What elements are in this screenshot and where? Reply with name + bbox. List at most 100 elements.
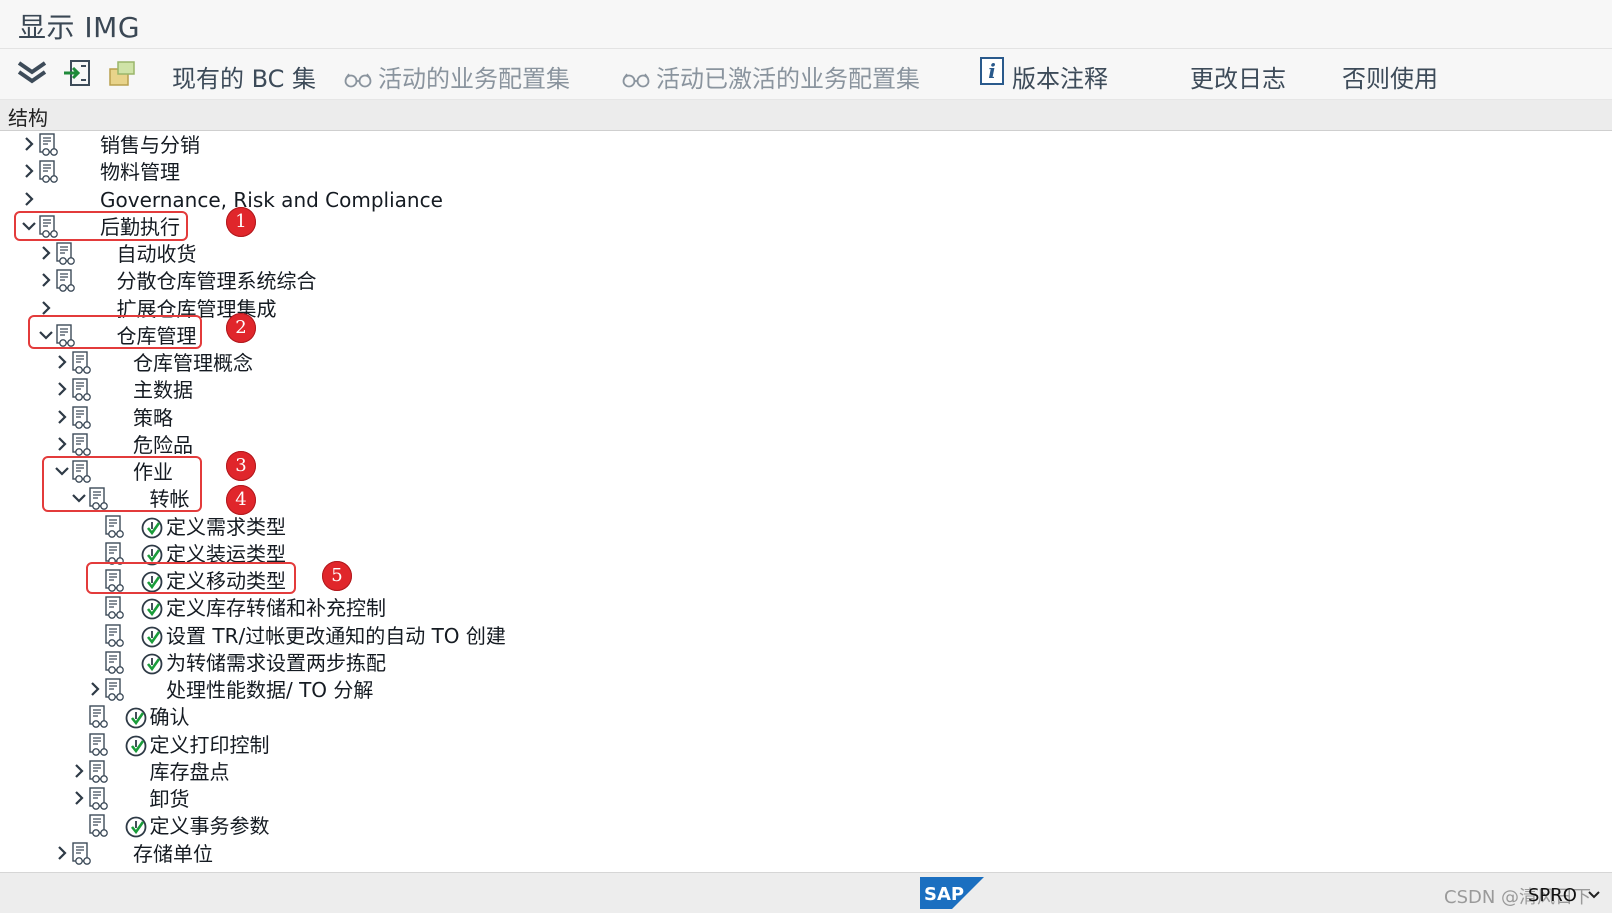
tree-node[interactable]: 后勤执行 [0,214,1500,241]
release-notes-button[interactable]: 版本注释 [1012,59,1108,94]
chevron-right-icon[interactable] [55,435,69,453]
active-biz-config-sets-label: 活动的业务配置集 [378,65,570,93]
info-icon[interactable]: i [980,57,1004,85]
tree-node-label[interactable]: 主数据 [133,377,193,404]
documentation-icon[interactable] [55,242,77,266]
where-used-icon[interactable] [106,57,138,89]
tree-node-label[interactable]: 分散仓库管理系统综合 [117,268,317,295]
execute-activity-icon[interactable] [140,652,164,676]
tree-node[interactable]: 作业 [0,459,1500,486]
svg-text:SAP: SAP [924,884,964,905]
documentation-icon[interactable] [88,814,110,838]
change-log-button[interactable]: 更改日志 [1190,59,1286,94]
tree-node[interactable]: 物料管理 [0,159,1500,186]
documentation-icon[interactable] [71,841,93,866]
documentation-icon[interactable] [88,732,110,757]
documentation-icon[interactable] [88,760,110,784]
documentation-icon[interactable] [71,433,93,457]
documentation-icon[interactable] [38,160,60,184]
documentation-icon[interactable] [88,705,110,729]
tree-node[interactable]: 确认 [0,704,1500,731]
chevron-down-icon[interactable] [1588,891,1600,899]
execute-activity-icon[interactable] [124,734,148,758]
chevron-right-icon[interactable] [22,190,36,208]
documentation-icon[interactable] [71,351,93,375]
tree-node[interactable]: 销售与分销 [0,132,1500,159]
tree-node[interactable]: 扩展仓库管理集成 [0,296,1500,323]
tree-node[interactable]: 危险品 [0,432,1500,459]
tree-node-label[interactable]: 仓库管理概念 [133,350,253,377]
chevron-right-icon[interactable] [55,353,69,371]
chevron-right-icon[interactable] [22,135,36,153]
documentation-icon[interactable] [38,133,60,157]
tree-node-label[interactable]: 定义事务参数 [150,813,270,840]
tree-node-label[interactable]: 定义需求类型 [166,514,286,541]
chevron-right-icon[interactable] [55,844,69,862]
documentation-icon[interactable] [104,651,126,675]
execute-activity-icon[interactable] [124,706,148,730]
activated-biz-config-sets-button[interactable]: 活动已激活的业务配置集 [622,59,920,94]
tree-node[interactable]: 库存盘点 [0,759,1500,786]
tree-node-label[interactable]: 存储单位 [133,841,213,868]
documentation-icon[interactable] [104,678,126,702]
chevron-right-icon[interactable] [72,789,86,807]
tree-node[interactable]: 定义库存转储和补充控制 [0,595,1500,622]
execute-activity-icon[interactable] [140,516,164,540]
tree-node-label[interactable]: 设置 TR/过帐更改通知的自动 TO 创建 [166,623,506,650]
documentation-icon[interactable] [55,269,77,293]
tree-node-label[interactable]: 物料管理 [100,159,180,186]
tree-node[interactable]: 定义需求类型 [0,514,1500,541]
tree-node[interactable]: Governance, Risk and Compliance [0,187,1500,214]
tree-node[interactable]: 仓库管理概念 [0,350,1500,377]
tree-node[interactable]: 存储单位 [0,841,1500,868]
tree-node[interactable]: 设置 TR/过帐更改通知的自动 TO 创建 [0,623,1500,650]
tree-node[interactable]: 分散仓库管理系统综合 [0,268,1500,295]
tree-node-label[interactable]: 策略 [133,405,173,432]
tree-node-label[interactable]: 确认 [150,704,190,731]
chevron-right-icon[interactable] [39,299,53,317]
chevron-right-icon[interactable] [39,244,53,262]
tree-node[interactable]: 主数据 [0,377,1500,404]
documentation-icon[interactable] [104,623,126,648]
structure-header-label: 结构 [8,106,48,130]
tree-node-label[interactable]: 卸货 [150,786,190,813]
execute-activity-icon[interactable] [140,597,164,621]
chevron-right-icon[interactable] [22,162,36,180]
execute-activity-icon[interactable] [124,815,148,839]
tree-node-label[interactable]: 库存盘点 [150,759,230,786]
tree-node-label[interactable]: 自动收货 [117,241,197,268]
tree-node[interactable]: 处理性能数据/ TO 分解 [0,677,1500,704]
tree-node-label[interactable]: 处理性能数据/ TO 分解 [166,677,373,704]
chevron-right-icon[interactable] [39,271,53,289]
documentation-icon[interactable] [71,405,93,430]
tree-node[interactable]: 为转储需求设置两步拣配 [0,650,1500,677]
chevron-right-icon[interactable] [55,408,69,426]
tree-node-label[interactable]: 定义打印控制 [150,732,270,759]
documentation-icon[interactable] [104,596,126,620]
active-biz-config-sets-button[interactable]: 活动的业务配置集 [344,59,570,94]
existing-bc-sets-button[interactable]: 现有的 BC 集 [172,59,316,94]
documentation-icon[interactable] [88,787,110,811]
tree-node[interactable]: 转帐 [0,486,1500,513]
transport-icon[interactable] [62,57,94,89]
tree-node-label[interactable]: Governance, Risk and Compliance [100,187,443,214]
tree-node-label[interactable]: 危险品 [133,432,193,459]
chevron-right-icon[interactable] [88,680,102,698]
tree-node[interactable]: 卸货 [0,786,1500,813]
tree-node[interactable]: 自动收货 [0,241,1500,268]
chevron-right-icon[interactable] [72,762,86,780]
tree-node[interactable]: 仓库管理 [0,323,1500,350]
transaction-code[interactable]: SPRO [1528,885,1577,906]
collapse-all-icon[interactable] [16,57,48,89]
otherwise-use-button[interactable]: 否则使用 [1342,59,1438,94]
documentation-icon[interactable] [71,378,93,402]
tree-node-label[interactable]: 定义库存转储和补充控制 [166,595,386,622]
chevron-right-icon[interactable] [55,380,69,398]
execute-activity-icon[interactable] [140,625,164,649]
tree-node[interactable]: 定义打印控制 [0,732,1500,759]
tree-node[interactable]: 策略 [0,405,1500,432]
tree-node-label[interactable]: 为转储需求设置两步拣配 [166,650,386,677]
documentation-icon[interactable] [104,514,126,539]
tree-node-label[interactable]: 销售与分销 [100,132,200,159]
tree-node[interactable]: 定义事务参数 [0,813,1500,840]
